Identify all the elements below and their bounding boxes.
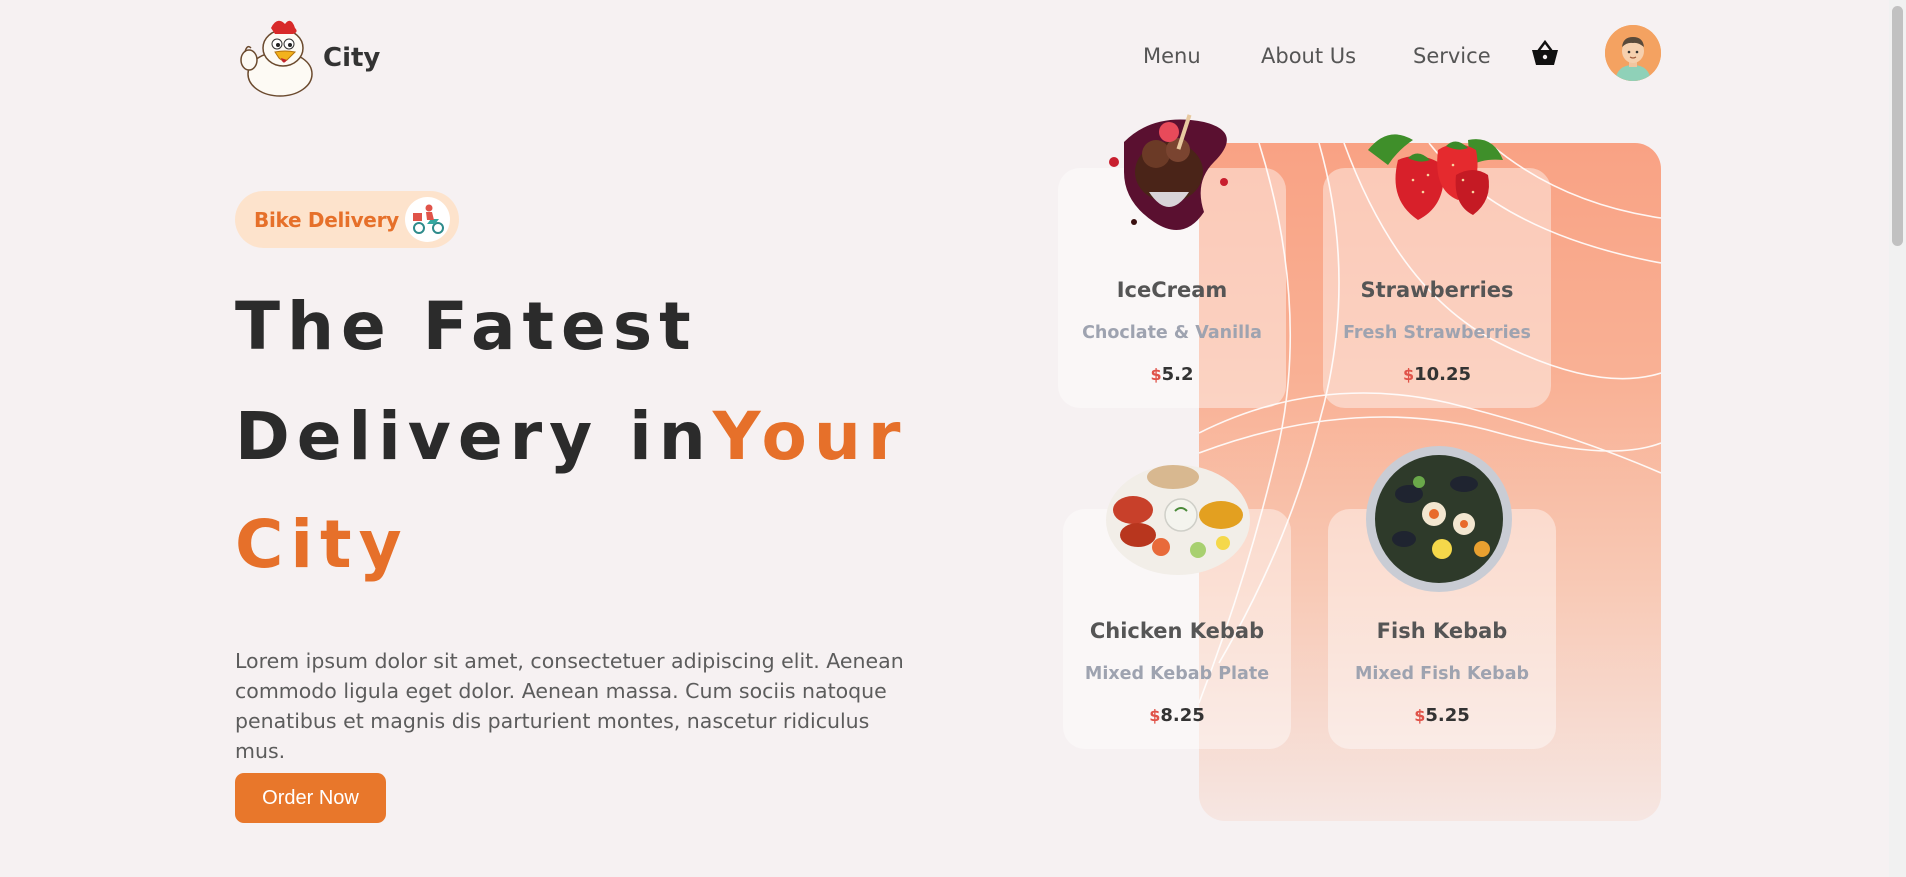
currency-symbol: $	[1149, 706, 1161, 725]
scrollbar-thumb[interactable]	[1892, 6, 1903, 246]
nav-menu[interactable]: Menu	[1143, 44, 1201, 68]
headline-line-2-text: Delivery in	[235, 398, 713, 475]
user-avatar[interactable]	[1605, 25, 1661, 81]
price-value: 5.2	[1161, 364, 1194, 385]
currency-symbol: $	[1414, 706, 1426, 725]
card-description: Choclate & Vanilla	[1082, 323, 1262, 343]
headline-line-2: Delivery inYour	[235, 398, 907, 475]
nav-service[interactable]: Service	[1413, 44, 1491, 68]
landing-page: City Menu About Us Service Bike Delivery	[0, 0, 1906, 877]
headline-line-3: City	[235, 506, 409, 583]
nav-about-us[interactable]: About Us	[1261, 44, 1356, 68]
card-title: Chicken Kebab	[1089, 619, 1265, 643]
brand-logo[interactable]: City	[235, 14, 380, 98]
headline-line-1: The Fatest	[235, 288, 698, 365]
chicken-mascot-logo	[240, 20, 313, 97]
card-price: $5.25	[1328, 705, 1556, 726]
price-value: 5.25	[1425, 705, 1470, 726]
price-value: 8.25	[1160, 705, 1205, 726]
strawberries-image	[1368, 134, 1503, 220]
headline-accent-city: City	[235, 506, 409, 583]
card-price: $10.25	[1323, 364, 1551, 385]
bike-delivery-badge: Bike Delivery	[235, 191, 459, 248]
currency-symbol: $	[1402, 365, 1415, 384]
fish-kebab-image	[1366, 446, 1512, 592]
card-title: Fish Kebab	[1376, 619, 1508, 643]
badge-label: Bike Delivery	[254, 207, 399, 232]
card-title: Strawberries	[1360, 278, 1514, 302]
card-price: $5.2	[1058, 364, 1286, 385]
card-description: Mixed Kebab Plate	[1084, 664, 1270, 684]
page-scrollbar[interactable]	[1889, 0, 1906, 877]
scooter-rider-icon	[405, 197, 450, 242]
basket-icon[interactable]	[1530, 40, 1560, 68]
hero-description: Lorem ipsum dolor sit amet, consectetuer…	[235, 649, 904, 763]
card-price: $8.25	[1063, 705, 1291, 726]
card-description: Fresh Strawberries	[1343, 323, 1531, 343]
chicken-kebab-image	[1106, 465, 1250, 575]
price-value: 10.25	[1414, 364, 1472, 385]
avatar-face-icon	[1605, 25, 1661, 81]
currency-symbol: $	[1150, 365, 1162, 384]
order-now-button[interactable]: Order Now	[235, 773, 386, 823]
card-title: IceCream	[1116, 278, 1228, 302]
headline-accent-your: Your	[712, 398, 908, 475]
brand-name: City	[323, 43, 381, 73]
icecream-image	[1109, 114, 1228, 230]
card-description: Mixed Fish Kebab	[1354, 664, 1530, 684]
